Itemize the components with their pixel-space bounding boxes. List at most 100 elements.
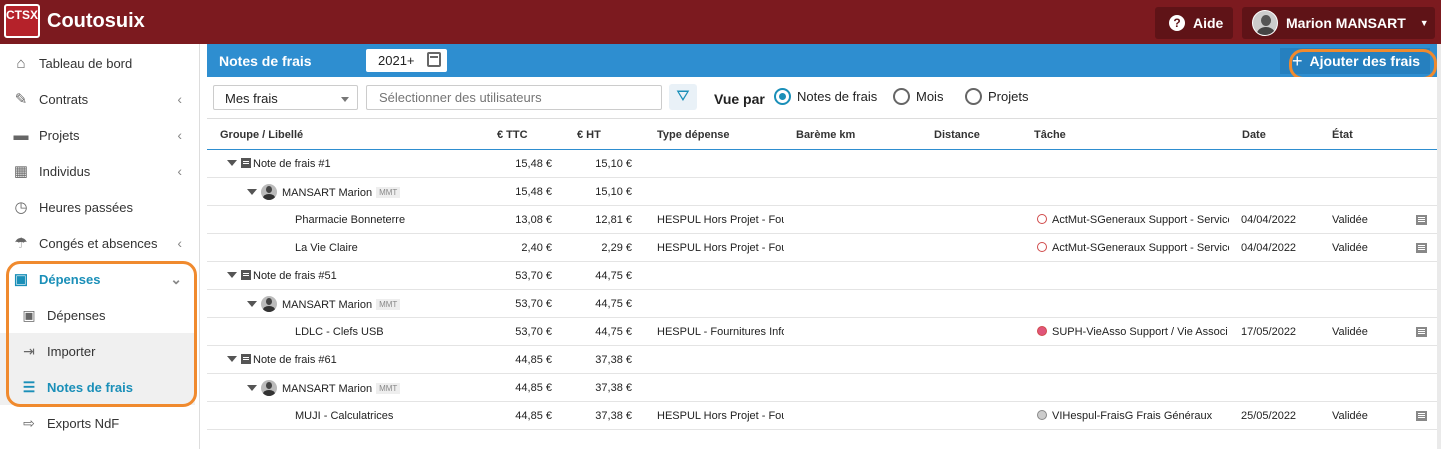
scrollbar[interactable] (1437, 44, 1441, 449)
caret-down-icon[interactable] (227, 160, 237, 166)
list-icon: ☰ (22, 378, 36, 395)
chevron-down-icon: ⌄ (170, 270, 182, 287)
date-cell: 25/05/2022 (1241, 410, 1297, 422)
type-cell: HESPUL Hors Projet - Fou (657, 410, 784, 422)
help-button[interactable]: ? Aide (1155, 7, 1233, 39)
radio-mois[interactable]: Mois (893, 88, 943, 105)
chevron-left-icon: ‹ (177, 235, 182, 251)
table-row-person[interactable]: MANSART Marion MMT 15,48 € 15,10 € (207, 178, 1438, 206)
caret-down-icon[interactable] (247, 301, 257, 307)
column-header[interactable]: Type dépense (657, 129, 730, 141)
table-row-group[interactable]: Note de frais #1 15,48 € 15,10 € (207, 150, 1438, 178)
group-label: Note de frais #1 (253, 158, 331, 170)
person-label: MANSART Marion (282, 299, 373, 311)
sidebar-subitem-importer[interactable]: ⇥ Importer (0, 333, 195, 369)
add-expense-button[interactable]: + Ajouter des frais (1280, 48, 1430, 74)
sidebar-item-label: Congés et absences (39, 235, 158, 251)
filter-bar: Mes frais ⛛ Vue par Notes de frais Mois … (207, 77, 1438, 120)
table-header: Groupe / Libellé € TTC € HT Type dépense… (207, 118, 1438, 150)
sidebar-item-heures-passees[interactable]: ◷ Heures passées (0, 189, 200, 225)
radio-dot (965, 88, 982, 105)
table-row-group[interactable]: Note de frais #51 53,70 € 44,75 € (207, 262, 1438, 290)
group-label: Note de frais #61 (253, 354, 337, 366)
sidebar-item-label: Contrats (39, 91, 89, 107)
initials-badge: MMT (376, 383, 401, 394)
date-cell: 04/04/2022 (1241, 242, 1297, 254)
details-icon[interactable] (1416, 411, 1427, 421)
task-cell: SUPH-VieAsso Support / Vie Associ (1037, 326, 1229, 338)
task-label: ActMut-SGeneraux Support - Service (1052, 242, 1229, 254)
sidebar-item-contrats[interactable]: ✎ Contrats ‹ (0, 81, 200, 117)
ttc-cell: 2,40 € (521, 242, 552, 254)
ttc-cell: 13,08 € (515, 214, 552, 226)
sidebar-item-label: Tableau de bord (39, 55, 133, 71)
caret-down-icon[interactable] (247, 189, 257, 195)
table-row-item[interactable]: LDLC - Clefs USB 53,70 € 44,75 € HESPUL … (207, 318, 1438, 346)
ht-cell: 15,10 € (595, 186, 632, 198)
sidebar: ⌂ Tableau de bord ✎ Contrats ‹ ▬ Projets… (0, 44, 200, 449)
top-bar: CTSX Coutosuix ? Aide Marion MANSART ▼ (0, 0, 1441, 44)
sidebar-item-conges-absences[interactable]: ☂ Congés et absences ‹ (0, 225, 200, 261)
sidebar-subitem-notes-de-frais[interactable]: ☰ Notes de frais (0, 369, 195, 405)
details-icon[interactable] (1416, 215, 1427, 225)
table-row-person[interactable]: MANSART Marion MMT 44,85 € 37,38 € (207, 374, 1438, 402)
sidebar-subitem-exports-ndf[interactable]: ⇨ Exports NdF (0, 405, 195, 441)
sidebar-item-label: Dépenses (39, 271, 101, 287)
state-cell: Validée (1332, 410, 1368, 422)
radio-dot (893, 88, 910, 105)
table-row-item[interactable]: MUJI - Calculatrices 44,85 € 37,38 € HES… (207, 402, 1438, 430)
clear-filter-icon[interactable]: ⛛ (669, 84, 697, 110)
year-picker[interactable]: 2021+ (366, 49, 447, 72)
column-header[interactable]: Date (1242, 129, 1266, 141)
details-icon[interactable] (1416, 243, 1427, 253)
ht-cell: 2,29 € (601, 242, 632, 254)
chevron-left-icon: ‹ (177, 163, 182, 179)
caret-down-icon[interactable] (227, 272, 237, 278)
column-header[interactable]: Barème km (796, 129, 855, 141)
user-menu-button[interactable]: Marion MANSART ▼ (1242, 7, 1435, 39)
user-name: Marion MANSART (1286, 15, 1406, 31)
caret-down-icon[interactable] (227, 356, 237, 362)
home-icon: ⌂ (16, 54, 26, 72)
import-icon: ⇥ (23, 342, 35, 359)
page-header-bar: Notes de frais 2021+ + Ajouter des frais (207, 44, 1438, 80)
column-header[interactable]: € HT (577, 129, 601, 141)
initials-badge: MMT (376, 299, 401, 310)
scope-select[interactable]: Mes frais (213, 85, 358, 110)
calendar-icon[interactable] (427, 52, 441, 67)
table-row-item[interactable]: Pharmacie Bonneterre 13,08 € 12,81 € HES… (207, 206, 1438, 234)
task-cell: ActMut-SGeneraux Support - Service (1037, 242, 1229, 254)
type-cell: HESPUL Hors Projet - Fou (657, 242, 784, 254)
group-cell: Note de frais #51 (227, 270, 337, 282)
plus-icon: + (1292, 50, 1303, 71)
sidebar-item-depenses[interactable]: ▣ Dépenses ⌄ (0, 261, 200, 297)
sidebar-subitem-depenses[interactable]: ▣ Dépenses (0, 297, 195, 333)
table-row-group[interactable]: Note de frais #61 44,85 € 37,38 € (207, 346, 1438, 374)
sidebar-item-tableau-de-bord[interactable]: ⌂ Tableau de bord (0, 45, 200, 81)
column-header[interactable]: Distance (934, 129, 980, 141)
ht-cell: 44,75 € (595, 270, 632, 282)
ttc-cell: 44,85 € (515, 410, 552, 422)
calendar-icon: ▦ (13, 163, 29, 180)
column-header[interactable]: € TTC (497, 129, 528, 141)
label-cell: MUJI - Calculatrices (295, 410, 394, 422)
sidebar-item-individus[interactable]: ▦ Individus ‹ (0, 153, 200, 189)
app-logo[interactable]: CTSX (4, 4, 40, 38)
column-header[interactable]: Groupe / Libellé (220, 129, 303, 141)
column-header[interactable]: Tâche (1034, 129, 1066, 141)
page-title: Notes de frais (219, 53, 312, 69)
table-row-item[interactable]: La Vie Claire 2,40 € 2,29 € HESPUL Hors … (207, 234, 1438, 262)
radio-notes-de-frais[interactable]: Notes de frais (774, 88, 877, 105)
money-icon: ▣ (22, 306, 36, 323)
column-header[interactable]: État (1332, 129, 1353, 141)
caret-down-icon[interactable] (247, 385, 257, 391)
radio-projets[interactable]: Projets (965, 88, 1028, 105)
caret-down-icon: ▼ (1419, 18, 1429, 28)
sidebar-item-projets[interactable]: ▬ Projets ‹ (0, 117, 200, 153)
details-icon[interactable] (1416, 327, 1427, 337)
users-select-input[interactable] (366, 85, 662, 110)
state-cell: Validée (1332, 242, 1368, 254)
group-cell: Note de frais #1 (227, 158, 331, 170)
add-expense-label: Ajouter des frais (1309, 53, 1420, 69)
table-row-person[interactable]: MANSART Marion MMT 53,70 € 44,75 € (207, 290, 1438, 318)
